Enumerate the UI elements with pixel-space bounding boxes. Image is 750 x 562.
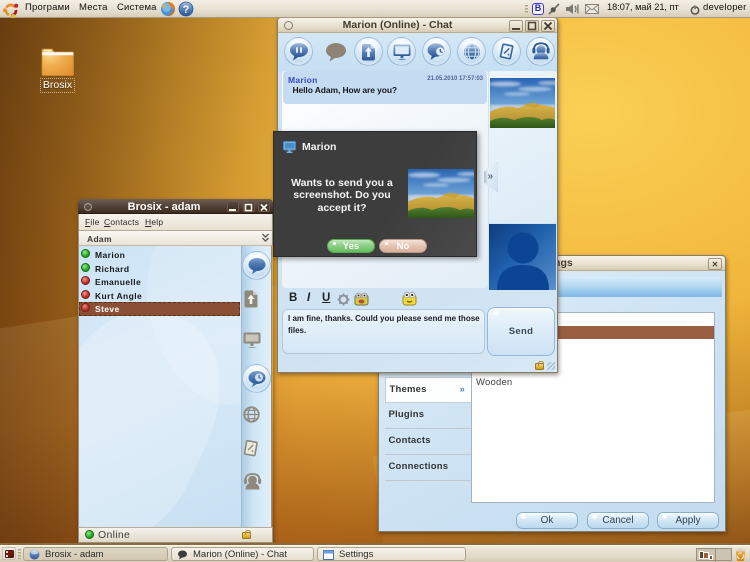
svg-text:?: ? — [183, 4, 190, 16]
